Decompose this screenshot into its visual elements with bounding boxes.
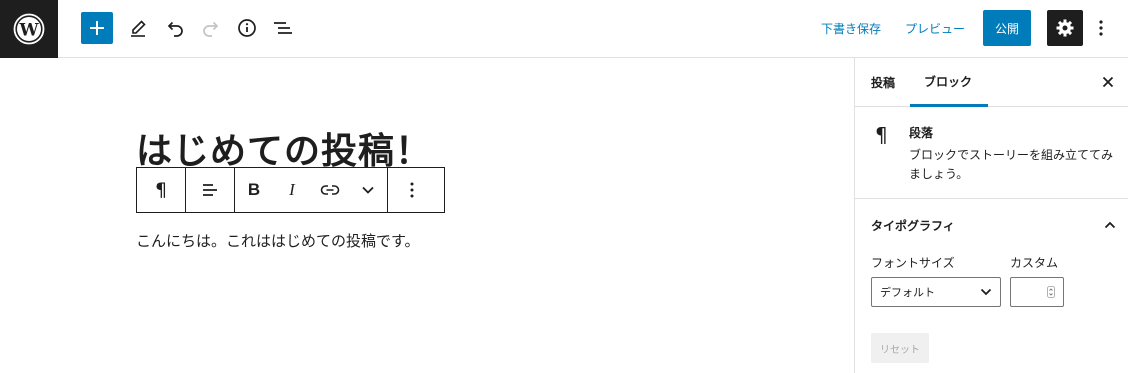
- block-options-group: [388, 168, 436, 212]
- link-button[interactable]: [311, 168, 349, 212]
- block-options-button[interactable]: [388, 168, 436, 212]
- block-toolbar: ¶ B I: [136, 167, 445, 213]
- gear-icon: [1056, 19, 1074, 37]
- tab-post[interactable]: 投稿: [871, 58, 895, 106]
- font-size-select[interactable]: デフォルト: [871, 277, 1001, 307]
- publish-button[interactable]: 公開: [983, 10, 1031, 46]
- tab-block[interactable]: ブロック: [910, 58, 988, 107]
- typography-panel-toggle[interactable]: タイポグラフィ: [871, 215, 1116, 235]
- chevron-down-icon: [980, 288, 992, 296]
- settings-button[interactable]: [1047, 10, 1083, 46]
- reset-button[interactable]: リセット: [871, 333, 929, 363]
- save-draft-button[interactable]: 下書き保存: [821, 17, 881, 39]
- redo-button[interactable]: [195, 12, 227, 44]
- tools-button[interactable]: [122, 12, 154, 44]
- plus-icon: [90, 21, 104, 35]
- chevron-down-icon: [362, 186, 374, 194]
- info-icon: [238, 19, 256, 37]
- settings-sidebar: 投稿 ブロック ¶ 段落 ブロックでストーリーを組み立ててみましょう。 タイポグ…: [854, 58, 1128, 373]
- italic-button[interactable]: I: [273, 168, 311, 212]
- redo-icon: [203, 21, 219, 37]
- editor-header: W 下書き保存 プレビュー 公開: [0, 0, 1128, 58]
- svg-text:W: W: [18, 21, 39, 41]
- block-card: ¶ 段落 ブロックでストーリーを組み立ててみましょう。: [855, 107, 1128, 199]
- font-size-select-value: デフォルト: [880, 286, 935, 299]
- block-type-button[interactable]: ¶: [137, 168, 185, 212]
- block-type-group: ¶: [137, 168, 186, 212]
- bold-button[interactable]: B: [235, 168, 273, 212]
- wordpress-logo-button[interactable]: W: [0, 0, 58, 58]
- typography-panel: タイポグラフィ フォントサイズ カスタム デフォルト リセット: [855, 199, 1128, 373]
- sidebar-tabs: 投稿 ブロック: [855, 58, 1128, 107]
- formatting-group: B I: [235, 168, 388, 212]
- preview-button[interactable]: プレビュー: [905, 17, 965, 39]
- block-card-title: 段落: [909, 126, 934, 140]
- paragraph-icon: ¶: [154, 179, 168, 201]
- close-sidebar-button[interactable]: [1098, 72, 1118, 92]
- undo-icon: [167, 21, 183, 37]
- list-view-icon: [274, 22, 292, 34]
- alignment-group: [186, 168, 235, 212]
- details-button[interactable]: [231, 12, 263, 44]
- paragraph-icon: ¶: [875, 123, 888, 147]
- font-size-label: フォントサイズ: [871, 256, 955, 270]
- custom-size-input[interactable]: [1010, 277, 1064, 307]
- italic-icon: I: [289, 180, 295, 199]
- bold-icon: B: [247, 180, 261, 199]
- vertical-ellipsis-icon: [410, 182, 414, 198]
- custom-size-label: カスタム: [1010, 256, 1059, 270]
- undo-button[interactable]: [159, 12, 191, 44]
- add-block-button[interactable]: [81, 12, 113, 44]
- chevron-up-icon: [1104, 221, 1116, 229]
- vertical-ellipsis-icon: [1099, 20, 1103, 36]
- more-formatting-button[interactable]: [349, 168, 387, 212]
- align-button[interactable]: [186, 168, 234, 212]
- align-left-icon: [203, 184, 217, 196]
- block-card-description: ブロックでストーリーを組み立ててみましょう。: [909, 148, 1114, 181]
- list-view-button[interactable]: [267, 12, 299, 44]
- close-icon: [1102, 76, 1114, 88]
- spinner-arrows-icon[interactable]: [1047, 286, 1055, 298]
- link-icon: [320, 185, 340, 195]
- wordpress-icon: W: [13, 13, 45, 45]
- more-options-button[interactable]: [1091, 12, 1111, 44]
- typography-panel-title: タイポグラフィ: [871, 218, 955, 233]
- paragraph-block[interactable]: こんにちは。これははじめての投稿です。: [136, 230, 420, 251]
- pencil-icon: [131, 20, 146, 37]
